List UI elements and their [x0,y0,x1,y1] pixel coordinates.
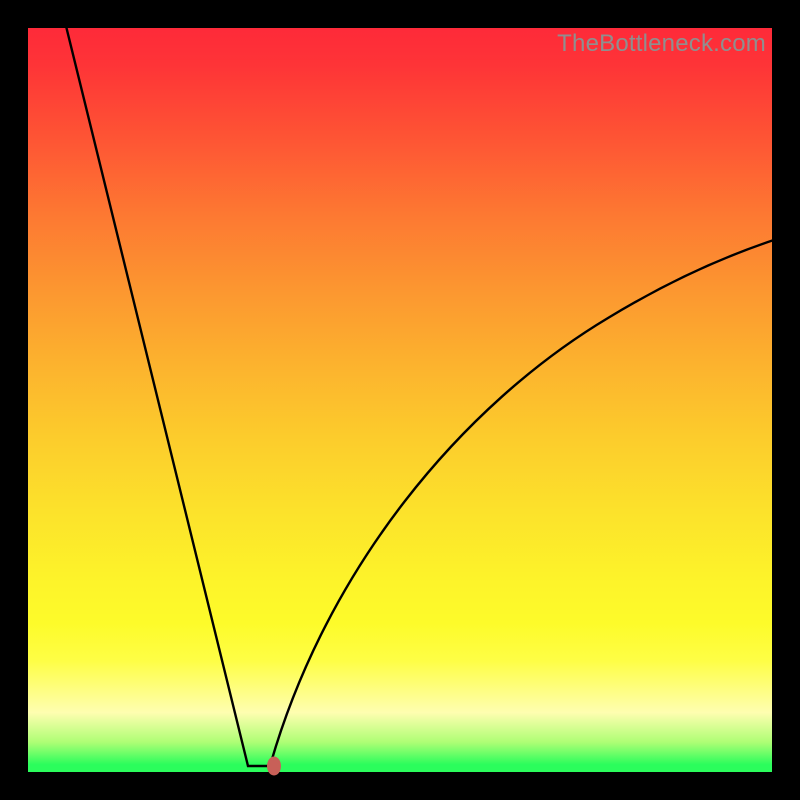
optimal-point-marker [267,757,281,776]
chart-frame: TheBottleneck.com [0,0,800,800]
plot-area: TheBottleneck.com [28,28,772,772]
bottleneck-curve [66,28,772,766]
curve-layer [28,28,772,772]
